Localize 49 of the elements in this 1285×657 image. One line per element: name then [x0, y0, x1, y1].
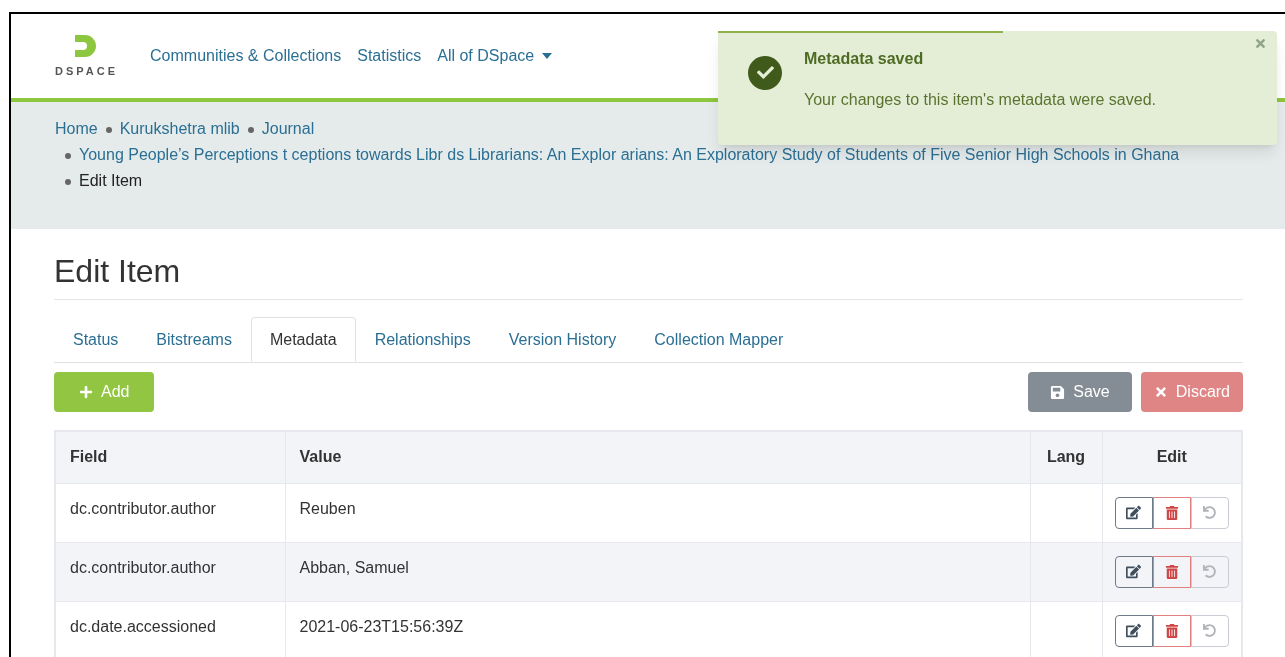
breadcrumb-link[interactable]: Journal [261, 120, 315, 137]
caret-icon [542, 53, 553, 59]
logo-text: DSPACE [55, 63, 119, 79]
trash-icon [1164, 623, 1179, 638]
tab[interactable]: Version History [489, 317, 636, 362]
edit-icon [1126, 564, 1142, 579]
table-cell: dc.contributor.author [55, 542, 285, 601]
bullet-icon [247, 126, 254, 133]
table-cell: dc.contributor.author [55, 483, 285, 542]
column-header: Lang [1030, 431, 1102, 483]
column-header: Field [55, 431, 285, 483]
close-icon [1153, 385, 1168, 399]
edit-icon [1126, 623, 1142, 638]
nav-link[interactable]: Statistics [357, 44, 422, 68]
tab[interactable]: Status [54, 317, 138, 362]
bullet-icon [65, 152, 71, 159]
dspace-logo[interactable]: DSPACE [55, 32, 119, 80]
page-title: Edit Item [54, 247, 1243, 300]
tab[interactable]: Metadata [250, 317, 356, 362]
delete-button[interactable] [1152, 555, 1191, 588]
tab[interactable]: Collection Mapper [635, 317, 803, 362]
trash-icon [1164, 505, 1179, 520]
table-cell: Reuben [285, 483, 1030, 542]
undo-icon [1203, 624, 1217, 637]
edit-icon [1126, 505, 1142, 520]
breadcrumb-link[interactable]: Kurukshetra mlib [119, 120, 240, 137]
undo-icon [1203, 565, 1217, 578]
tab[interactable]: Bitstreams [137, 317, 251, 362]
nav-link[interactable]: All of DSpace [437, 44, 553, 68]
bullet-icon [65, 178, 71, 185]
edit-button[interactable] [1114, 614, 1153, 647]
edit-button[interactable] [1114, 496, 1153, 529]
nav-link[interactable]: Communities & Collections [150, 44, 342, 68]
breadcrumb-current: Edit Item [79, 172, 143, 189]
toast-message: Your changes to this item's metadata were saved. [804, 90, 1156, 110]
undo-icon [1203, 506, 1217, 519]
close-icon [1254, 37, 1267, 50]
table-cell: Abban, Samuel [285, 542, 1030, 601]
breadcrumb-link[interactable]: Young People’s Perceptions t ceptions towards Libr ds Librarians: An Explor arians: An Exploratory Study of Students of Five Senior High Schools in Ghana [79, 146, 1180, 163]
edit-button[interactable] [1114, 555, 1153, 588]
breadcrumb-link[interactable]: Home [55, 120, 98, 137]
delete-button[interactable] [1152, 496, 1191, 529]
plus-icon [79, 385, 93, 399]
column-header: Value [285, 431, 1030, 483]
toast-title: Metadata saved [804, 49, 925, 69]
delete-button[interactable] [1152, 614, 1191, 647]
trash-icon [1164, 564, 1179, 579]
bullet-icon [105, 126, 112, 133]
tab[interactable]: Relationships [355, 317, 490, 362]
